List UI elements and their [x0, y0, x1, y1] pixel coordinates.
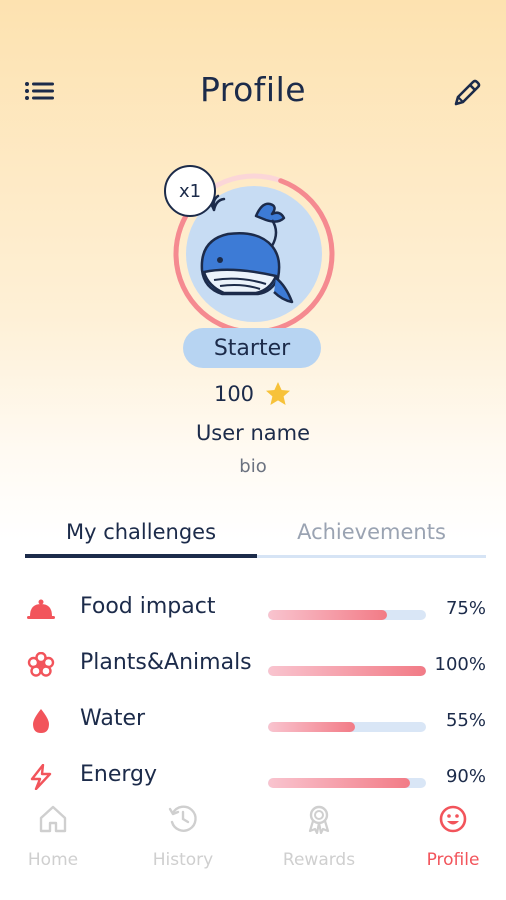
rewards-icon	[308, 805, 330, 834]
nav-profile[interactable]: Profile	[390, 798, 506, 878]
pencil-icon	[454, 79, 481, 106]
bottom-nav: Home History Rewards Profile	[0, 792, 506, 900]
tab-my-challenges[interactable]: My challenges	[25, 510, 257, 554]
nav-label: Rewards	[282, 850, 356, 870]
water-drop-icon	[33, 709, 49, 733]
level-badge: Starter	[183, 328, 321, 368]
challenge-percent: 75%	[445, 598, 486, 619]
challenge-row-plants-animals[interactable]: Plants&Animals 100%	[0, 644, 506, 684]
nav-label: Profile	[426, 850, 480, 870]
challenge-progress-track	[268, 666, 426, 676]
flower-icon	[27, 652, 55, 677]
challenge-percent: 100%	[434, 654, 486, 675]
tab-underline-inactive	[257, 555, 486, 558]
challenge-row-water[interactable]: Water 55%	[0, 700, 506, 740]
points-row: 100	[0, 378, 506, 410]
user-bio: bio	[239, 456, 267, 477]
challenge-progress-track	[268, 610, 426, 620]
home-icon	[39, 805, 67, 833]
challenge-progress-fill	[268, 666, 426, 676]
multiplier-badge: x1	[164, 165, 216, 217]
tab-underline-active	[25, 554, 257, 558]
challenge-progress-track	[268, 778, 426, 788]
nav-home[interactable]: Home	[0, 798, 116, 878]
challenge-label: Plants&Animals	[80, 650, 252, 675]
nav-label: History	[152, 850, 214, 870]
star-icon	[266, 382, 291, 405]
profile-smile-icon	[439, 805, 467, 833]
tab-bar: My challenges Achievements	[25, 510, 486, 560]
challenge-percent: 55%	[445, 710, 486, 731]
nav-history[interactable]: History	[120, 798, 246, 878]
challenge-label: Food impact	[80, 594, 216, 619]
user-name: User name	[195, 421, 311, 445]
challenge-row-food-impact[interactable]: Food impact 75%	[0, 588, 506, 628]
tab-achievements[interactable]: Achievements	[257, 510, 486, 554]
challenge-label: Energy	[80, 762, 158, 787]
challenge-label: Water	[80, 706, 146, 731]
food-cloche-icon	[27, 599, 55, 619]
challenge-progress-fill	[268, 778, 411, 788]
challenge-progress-fill	[268, 610, 387, 620]
challenge-progress-fill	[268, 722, 355, 732]
nav-rewards[interactable]: Rewards	[256, 798, 382, 878]
nav-label: Home	[27, 850, 79, 870]
challenge-list[interactable]: Food impact 75% Plants&Animals 100% Wate…	[0, 582, 506, 792]
header: Profile	[0, 62, 506, 122]
page-title: Profile	[199, 70, 307, 109]
points-value: 100	[213, 382, 255, 406]
edit-button[interactable]	[450, 76, 484, 110]
lightning-icon	[30, 764, 52, 790]
history-icon	[168, 805, 197, 832]
challenge-row-energy[interactable]: Energy 90%	[0, 756, 506, 792]
challenge-percent: 90%	[445, 766, 486, 787]
challenge-progress-track	[268, 722, 426, 732]
